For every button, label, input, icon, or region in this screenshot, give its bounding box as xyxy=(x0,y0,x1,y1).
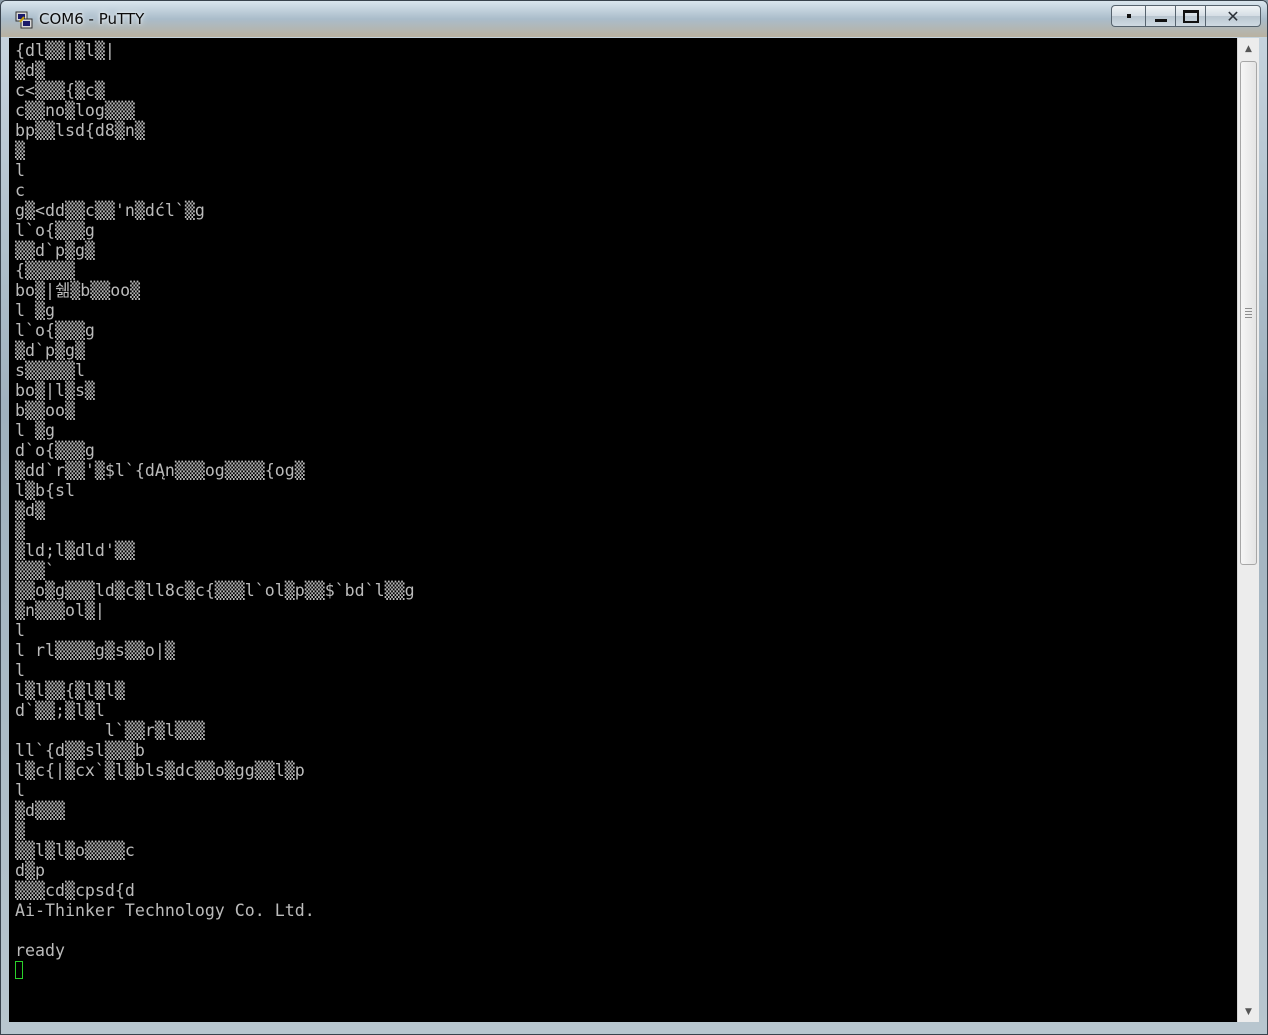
terminal-line: {dl▒▒|▒l▒| xyxy=(15,41,115,60)
terminal-line: ▒d▒ xyxy=(15,61,45,80)
maximize-button[interactable] xyxy=(1175,5,1205,27)
terminal-line: d▒p xyxy=(15,861,45,880)
terminal-line: l ▒g xyxy=(15,301,55,320)
terminal-line: ▒n▒▒▒ol▒| xyxy=(15,601,105,620)
terminal-line: c▒▒no▒log▒▒▒ xyxy=(15,101,135,120)
vertical-scrollbar[interactable]: ▲ ▼ xyxy=(1237,38,1259,1022)
terminal-line: c xyxy=(15,181,25,200)
terminal-line: l ▒g xyxy=(15,421,55,440)
terminal-line: l`o{▒▒▒g xyxy=(15,321,95,340)
terminal-screen[interactable]: {dl▒▒|▒l▒| ▒d▒ c<▒▒▒{▒c▒ c▒▒no▒log▒▒▒ bp▒▒ls… xyxy=(9,38,1237,1022)
terminal-line: ▒▒▒cd▒cpsd{d xyxy=(15,881,135,900)
terminal-line: ▒d`p▒g▒ xyxy=(15,341,85,360)
terminal-line: l`▒▒r▒l▒▒▒ xyxy=(15,721,205,740)
terminal-line: {▒▒▒▒▒ xyxy=(15,261,75,280)
terminal-line: ready xyxy=(15,941,65,960)
terminal-line: b▒▒oo▒ xyxy=(15,401,75,420)
scrollbar-thumb[interactable] xyxy=(1240,61,1257,565)
terminal-line: l`o{▒▒▒g xyxy=(15,221,95,240)
terminal-line: bp▒▒lsd{d8▒n▒ xyxy=(15,121,145,140)
terminal-line: l▒l▒▒{▒l▒l▒ xyxy=(15,681,125,700)
terminal-line: l rl▒▒▒▒g▒s▒▒o|▒ xyxy=(15,641,175,660)
putty-window: COM6 - PuTTY ✕ {dl▒▒|▒l▒| ▒d▒ c<▒▒▒{▒c▒ c▒▒… xyxy=(0,0,1268,1035)
terminal-line: ▒dd`r▒▒'▒$l`{dĄn▒▒▒og▒▒▒▒{og▒ xyxy=(15,461,305,480)
terminal-line: ▒d▒ xyxy=(15,501,45,520)
terminal-line: ▒▒o▒g▒▒▒ld▒c▒ll8c▒c{▒▒▒l`ol▒p▒▒$`bd`l▒▒g xyxy=(15,581,415,600)
terminal-line: l xyxy=(15,161,25,180)
terminal-output: {dl▒▒|▒l▒| ▒d▒ c<▒▒▒{▒c▒ c▒▒no▒log▒▒▒ bp▒▒ls… xyxy=(15,41,415,961)
terminal-line: ▒▒▒` xyxy=(15,561,55,580)
putty-icon[interactable] xyxy=(15,11,33,29)
window-title: COM6 - PuTTY xyxy=(39,10,145,28)
terminal-line: bo▒|쉚▒b▒▒oo▒ xyxy=(15,281,141,300)
close-button[interactable]: ✕ xyxy=(1205,5,1261,27)
terminal-line: d`o{▒▒▒g xyxy=(15,441,95,460)
scroll-up-arrow-icon[interactable]: ▲ xyxy=(1238,40,1259,57)
terminal-line: s▒▒▒▒▒l xyxy=(15,361,85,380)
terminal-line: ▒ xyxy=(15,821,25,840)
terminal-line: ▒▒l▒l▒o▒▒▒▒c xyxy=(15,841,135,860)
maximize-icon xyxy=(1182,9,1199,23)
terminal-line: ▒ld;l▒dld'▒▒ xyxy=(15,541,135,560)
terminal-line: l xyxy=(15,781,25,800)
scrollbar-grip xyxy=(1245,308,1252,318)
close-icon: ✕ xyxy=(1226,6,1240,26)
scroll-down-arrow-icon[interactable]: ▼ xyxy=(1238,1003,1259,1020)
terminal-line: l xyxy=(15,621,25,640)
system-menu-icon xyxy=(1126,14,1131,18)
minimize-icon xyxy=(1154,18,1167,22)
terminal-line: ▒ xyxy=(15,141,25,160)
terminal-cursor xyxy=(15,961,23,979)
terminal-line: l▒b{sl xyxy=(15,481,75,500)
terminal-line: bo▒|l▒s▒ xyxy=(15,381,95,400)
terminal-line: l xyxy=(15,661,25,680)
system-menu-button[interactable] xyxy=(1111,5,1145,27)
terminal-line: c<▒▒▒{▒c▒ xyxy=(15,81,105,100)
caption-buttons: ✕ xyxy=(1111,5,1261,29)
terminal-line: l▒c{|▒cx`▒l▒bls▒dc▒▒o▒gg▒▒l▒p xyxy=(15,761,305,780)
title-bar[interactable]: COM6 - PuTTY ✕ xyxy=(1,1,1267,37)
terminal-line: Ai-Thinker Technology Co. Ltd. xyxy=(15,901,315,920)
terminal-line: ll`{d▒▒sl▒▒▒b xyxy=(15,741,145,760)
terminal-line: ▒d▒▒▒ xyxy=(15,801,65,820)
terminal-line: ▒ xyxy=(15,521,25,540)
minimize-button[interactable] xyxy=(1145,5,1175,27)
terminal-line: d`▒▒;▒l▒l xyxy=(15,701,105,720)
terminal-line: ▒▒d`p▒g▒ xyxy=(15,241,95,260)
terminal-line: g▒<dd▒▒c▒▒'n▒dćl`▒g xyxy=(15,201,205,220)
